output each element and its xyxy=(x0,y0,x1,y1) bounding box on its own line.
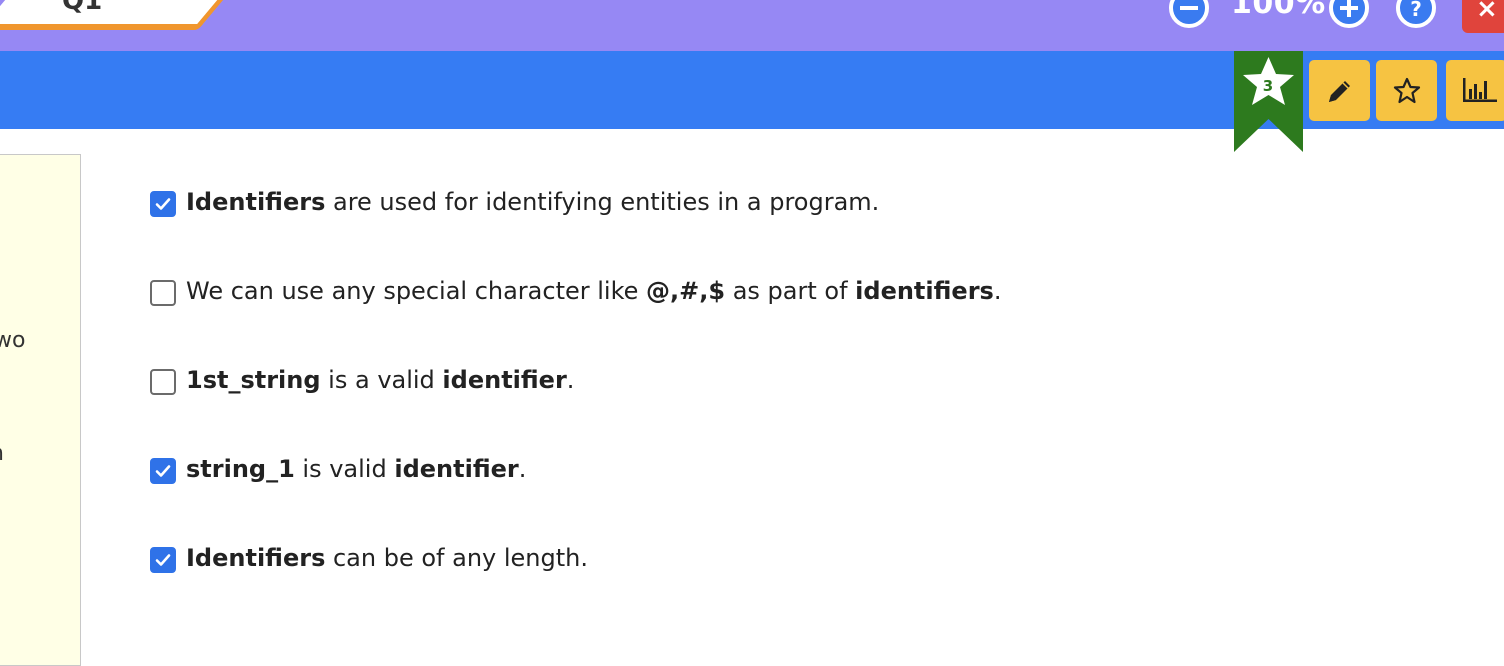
score-ribbon-icon xyxy=(1234,51,1303,152)
stats-button[interactable] xyxy=(1446,60,1504,121)
keyword: string_1 xyxy=(186,455,295,483)
keyword: identifier xyxy=(394,455,519,483)
text-segment: We can use any special character like xyxy=(186,277,647,305)
top-bar: Q1 100% ? × xyxy=(0,0,1504,51)
question-option-label: 1st_string is a valid identifier. xyxy=(186,366,574,394)
question-tab[interactable] xyxy=(0,0,234,30)
check-icon xyxy=(155,198,171,210)
checkbox-checked[interactable] xyxy=(150,458,176,484)
bar-chart-icon xyxy=(1463,78,1497,102)
keyword: identifiers xyxy=(855,277,994,305)
text-segment: is valid xyxy=(294,455,395,483)
zoom-in-button[interactable] xyxy=(1329,0,1369,28)
plus-icon xyxy=(1340,0,1358,17)
text-segment: as part of xyxy=(725,277,856,305)
pencil-icon xyxy=(1329,81,1350,102)
favorite-button[interactable] xyxy=(1376,60,1437,121)
instructions-panel: wo n xyxy=(0,154,81,666)
checkbox-checked[interactable] xyxy=(150,547,176,573)
close-button[interactable]: × xyxy=(1462,0,1504,33)
text-segment: are used for identifying entities in a p… xyxy=(325,188,880,216)
score-count: 3 xyxy=(1262,77,1274,95)
checkbox-unchecked[interactable] xyxy=(150,369,176,395)
check-icon xyxy=(155,465,171,477)
text-segment: is a valid xyxy=(320,366,443,394)
keyword: 1st_string xyxy=(186,366,321,394)
text-segment: . xyxy=(993,277,1002,305)
checkbox-checked[interactable] xyxy=(150,191,176,217)
question-option-label: We can use any special character like @,… xyxy=(186,277,1001,305)
text-segment: . xyxy=(518,455,527,483)
question-icon: ? xyxy=(1410,0,1422,21)
question-option-label: string_1 is valid identifier. xyxy=(186,455,526,483)
svg-text:?: ? xyxy=(1410,0,1422,21)
panel-text-fragment: wo xyxy=(0,328,26,353)
question-option-label: Identifiers are used for identifying ent… xyxy=(186,188,879,216)
text-segment: . xyxy=(566,366,575,394)
keyword: @,#,$ xyxy=(646,277,726,305)
close-icon: × xyxy=(1476,0,1498,24)
panel-text-fragment: n xyxy=(0,441,4,466)
edit-button[interactable] xyxy=(1309,60,1370,121)
help-button[interactable]: ? xyxy=(1396,0,1436,28)
question-option-label: Identifiers can be of any length. xyxy=(186,544,588,572)
zoom-out-button[interactable] xyxy=(1169,0,1209,28)
keyword: Identifiers xyxy=(186,188,326,216)
text-segment: can be of any length. xyxy=(325,544,588,572)
question-tab-label[interactable]: Q1 xyxy=(62,0,102,16)
keyword: Identifiers xyxy=(186,544,326,572)
star-icon xyxy=(1393,77,1421,104)
zoom-level: 100% xyxy=(1231,0,1326,21)
minus-icon xyxy=(1180,6,1198,10)
keyword: identifier xyxy=(442,366,567,394)
checkbox-unchecked[interactable] xyxy=(150,280,176,306)
check-icon xyxy=(155,554,171,566)
